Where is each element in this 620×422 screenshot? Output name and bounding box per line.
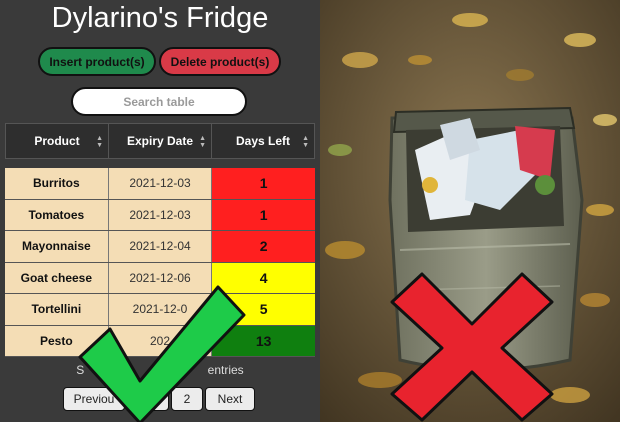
search-input[interactable]: Search table <box>71 87 247 116</box>
close-icon <box>390 272 554 422</box>
sort-icon[interactable]: ▲ ▼ <box>302 135 309 149</box>
days-left-cell: 1 <box>212 168 316 199</box>
days-left-cell: 2 <box>212 231 316 262</box>
insert-products-button[interactable]: Insert product(s) <box>38 47 156 76</box>
days-left-cell: 1 <box>212 199 316 230</box>
checkmark-icon <box>78 285 246 422</box>
column-header-label: Expiry Date <box>126 134 194 148</box>
product-cell: Tomatoes <box>5 199 109 230</box>
app-title: Dylarino's Fridge <box>51 2 269 34</box>
table-row[interactable]: Tomatoes 2021-12-03 1 <box>5 199 316 231</box>
column-header-expiry-date[interactable]: Expiry Date ▲ ▼ <box>109 124 212 158</box>
cross-shape <box>390 272 554 422</box>
column-header-days-left[interactable]: Days Left ▲ ▼ <box>212 124 314 158</box>
table-row[interactable]: Mayonnaise 2021-12-04 2 <box>5 231 316 263</box>
table-row[interactable]: Burritos 2021-12-03 1 <box>5 168 316 200</box>
expiry-date-cell: 2021-12-04 <box>108 231 213 262</box>
sort-icon[interactable]: ▲ ▼ <box>96 135 103 149</box>
product-cell: Burritos <box>5 168 109 199</box>
column-header-product[interactable]: Product ▲ ▼ <box>6 124 109 158</box>
sort-icon[interactable]: ▲ ▼ <box>199 135 206 149</box>
checkmark-shape <box>78 285 246 422</box>
expiry-date-cell: 2021-12-03 <box>108 199 213 230</box>
column-header-label: Days Left <box>235 134 291 148</box>
expiry-date-cell: 2021-12-03 <box>108 168 213 199</box>
table-header: Product ▲ ▼ Expiry Date ▲ ▼ Days Left ▲ ▼ <box>5 123 315 159</box>
product-cell: Mayonnaise <box>5 231 109 262</box>
column-header-label: Product <box>34 134 80 148</box>
delete-products-button[interactable]: Delete product(s) <box>159 47 281 76</box>
fridge-app-panel: Dylarino's Fridge Insert product(s) Dele… <box>0 0 320 422</box>
